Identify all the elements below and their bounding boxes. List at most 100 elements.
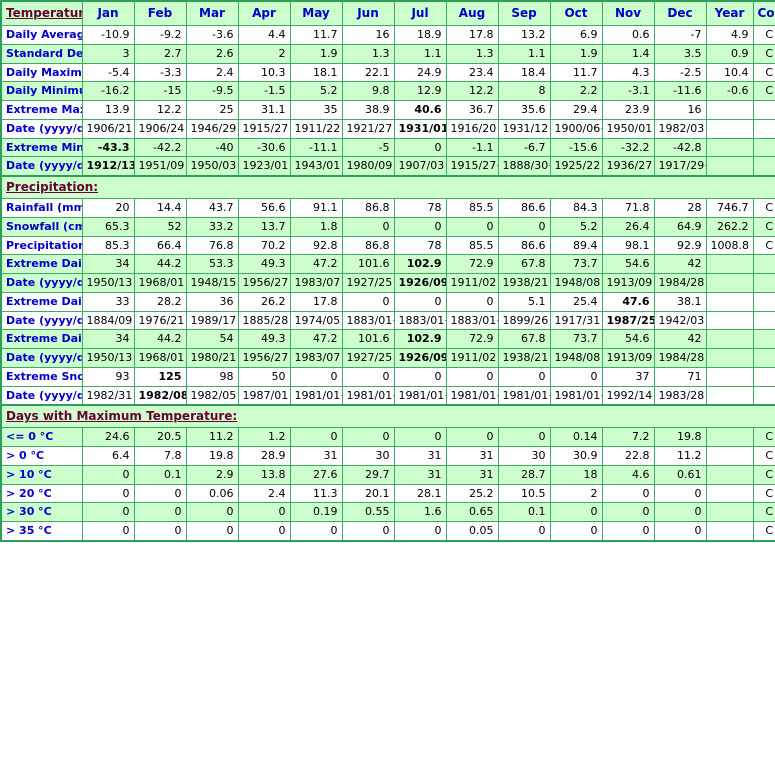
- cell-snowfall-cm-jan: 65.3: [81, 216, 135, 237]
- row-label-extreme-maximum-c: Extreme Maximum (°C): [0, 100, 83, 120]
- cell-extreme-snow-depth-cm-may: 0: [289, 366, 343, 387]
- cell-date-yyyy-dd-mar: 1948/15: [185, 273, 239, 293]
- cell-rainfall-mm-feb: 14.4: [133, 198, 187, 218]
- cell-extreme-daily-precipitation-mm-dec: 42: [653, 329, 707, 349]
- cell-date-yyyy-dd-dec: 1984/28: [653, 273, 707, 293]
- cell-gt-20-c-may: 11.3: [289, 483, 343, 504]
- cell-extreme-snow-depth-cm-year: [705, 366, 754, 387]
- cell-extreme-daily-snowfall-cm-sep: 5.1: [497, 291, 551, 312]
- cell-rainfall-mm-sep: 86.6: [497, 198, 551, 218]
- cell-daily-minimum-c-sep: 8: [497, 81, 551, 101]
- cell-date-yyyy-dd-dec: 1983/28: [653, 385, 707, 407]
- cell-daily-maximum-c-jul: 24.9: [393, 62, 447, 83]
- cell-date-yyyy-dd-dec: 1984/28: [653, 348, 707, 368]
- cell-extreme-snow-depth-cm-dec: 71: [653, 366, 707, 387]
- cell-date-yyyy-dd-oct: 1925/22: [549, 156, 603, 178]
- cell-date-yyyy-dd-sep: 1931/12: [497, 118, 551, 139]
- cell-extreme-daily-rainfall-mm-apr: 49.3: [237, 254, 291, 274]
- cell-precipitation-mm-mar: 76.8: [185, 235, 239, 256]
- cell-date-yyyy-dd-sep: 1899/26: [497, 310, 551, 331]
- cell-date-yyyy-dd-nov: 1950/01: [601, 118, 655, 139]
- row-label-gt-10-c: > 10 °C: [0, 464, 83, 485]
- table-row: Extreme Daily Rainfall (mm)3444.253.349.…: [0, 254, 775, 274]
- cell-date-yyyy-dd-jul: 1926/09: [393, 348, 447, 368]
- cell-daily-average-c-code: C: [752, 25, 775, 45]
- cell-gt-0-c-may: 31: [289, 446, 343, 466]
- column-header-jan: Jan: [81, 0, 135, 26]
- cell-standard-deviation-oct: 1.9: [549, 43, 603, 64]
- table-row: Extreme Daily Snowfall (cm)3328.23626.21…: [0, 291, 775, 312]
- cell-daily-minimum-c-oct: 2.2: [549, 81, 603, 101]
- cell-extreme-daily-precipitation-mm-nov: 54.6: [601, 329, 655, 349]
- cell-date-yyyy-dd-apr: 1956/27: [237, 273, 291, 293]
- cell-date-yyyy-dd-apr: 1923/01: [237, 156, 291, 178]
- cell-extreme-minimum-c-sep: -6.7: [497, 137, 551, 158]
- cell-date-yyyy-dd-jan: 1950/13: [81, 273, 135, 293]
- table-row: Date (yyyy/dd)1912/131951/091950/031923/…: [0, 156, 775, 178]
- cell-extreme-maximum-c-jun: 38.9: [341, 100, 395, 120]
- row-label-gt-30-c: > 30 °C: [0, 502, 83, 522]
- row-label-gt-20-c: > 20 °C: [0, 483, 83, 504]
- cell-gt-20-c-jun: 20.1: [341, 483, 395, 504]
- cell-rainfall-mm-oct: 84.3: [549, 198, 603, 218]
- cell-extreme-maximum-c-apr: 31.1: [237, 100, 291, 120]
- cell-date-yyyy-dd-oct: 1900/06+: [549, 118, 603, 139]
- row-label-date-yyyy-dd: Date (yyyy/dd): [0, 156, 83, 178]
- table-row: Precipitation (mm)85.366.476.870.292.886…: [0, 235, 775, 256]
- cell-daily-maximum-c-code: C: [752, 62, 775, 83]
- cell-gt-35-c-may: 0: [289, 520, 343, 542]
- cell-daily-average-c-oct: 6.9: [549, 25, 603, 45]
- cell-date-yyyy-dd-jul: 1883/01+: [393, 310, 447, 331]
- cell-date-yyyy-dd-aug: 1911/02: [445, 273, 499, 293]
- row-label-gt-35-c: > 35 °C: [0, 520, 83, 542]
- cell-gt-30-c-apr: 0: [237, 502, 291, 522]
- cell-gt-35-c-jan: 0: [81, 520, 135, 542]
- cell-precipitation-mm-code: C: [752, 235, 775, 256]
- cell-extreme-daily-snowfall-cm-year: [705, 291, 754, 312]
- cell-extreme-snow-depth-cm-jul: 0: [393, 366, 447, 387]
- column-header-jul: Jul: [393, 0, 447, 26]
- cell-gt-35-c-jun: 0: [341, 520, 395, 542]
- table-row: <= 0 °C 24.6 20.5 11.2 1.2 0 0 0 0 0 0.14 7.2 19.8 C: [0, 427, 775, 447]
- cell-standard-deviation-code: C: [752, 43, 775, 64]
- cell-daily-minimum-c-jan: -16.2: [81, 81, 135, 101]
- cell-extreme-daily-snowfall-cm-aug: 0: [445, 291, 499, 312]
- cell-snowfall-cm-mar: 33.2: [185, 216, 239, 237]
- cell-snowfall-cm-feb: 52: [133, 216, 187, 237]
- cell-extreme-maximum-c-feb: 12.2: [133, 100, 187, 120]
- cell-date-yyyy-dd-oct: 1917/31: [549, 310, 603, 331]
- cell-snowfall-cm-year: 262.2: [705, 216, 754, 237]
- cell-date-yyyy-dd-year: [705, 310, 754, 331]
- cell-gt-0-c-jun: 30: [341, 446, 395, 466]
- cell-gt-30-c-dec: 0: [653, 502, 707, 522]
- row-label-extreme-snow-depth-cm: Extreme Snow Depth (cm): [0, 366, 83, 387]
- cell-gt-35-c-apr: 0: [237, 520, 291, 542]
- cell-extreme-snow-depth-cm-apr: 50: [237, 366, 291, 387]
- cell-date-yyyy-dd-nov: 1992/14: [601, 385, 655, 407]
- cell-extreme-snow-depth-cm-nov: 37: [601, 366, 655, 387]
- cell-gt-0-c-dec: 19.8: [653, 427, 707, 447]
- cell-gt-30-c-jun: 0.55: [341, 502, 395, 522]
- row-label-snowfall-cm: Snowfall (cm): [0, 216, 83, 237]
- cell-daily-minimum-c-apr: -1.5: [237, 81, 291, 101]
- cell-extreme-daily-precipitation-mm-sep: 67.8: [497, 329, 551, 349]
- cell-date-yyyy-dd-jun: 1921/27: [341, 118, 395, 139]
- cell-daily-average-c-feb: -9.2: [133, 25, 187, 45]
- cell-gt-0-c-oct: 30.9: [549, 446, 603, 466]
- cell-extreme-daily-rainfall-mm-sep: 67.8: [497, 254, 551, 274]
- cell-extreme-maximum-c-dec: 16: [653, 100, 707, 120]
- cell-standard-deviation-jan: 3: [81, 43, 135, 64]
- cell-date-yyyy-dd-sep: 1938/21: [497, 348, 551, 368]
- cell-date-yyyy-dd-year: [705, 348, 754, 368]
- cell-date-yyyy-dd-jul: 1931/01: [393, 118, 447, 139]
- table-row: Date (yyyy/dd)1950/131968/011948/151956/…: [0, 273, 775, 293]
- cell-gt-0-c-aug: 0: [445, 427, 499, 447]
- cell-date-yyyy-dd-jan: 1912/13: [81, 156, 135, 178]
- cell-date-yyyy-dd-jul: 1907/03: [393, 156, 447, 178]
- cell-extreme-daily-snowfall-cm-mar: 36: [185, 291, 239, 312]
- cell-date-yyyy-dd-may: 1911/22: [289, 118, 343, 139]
- cell-extreme-daily-precipitation-mm-code: [752, 329, 775, 349]
- cell-date-yyyy-dd-jun: 1883/01+: [341, 310, 395, 331]
- cell-date-yyyy-dd-oct: 1981/01+: [549, 385, 603, 407]
- cell-date-yyyy-dd-sep: 1981/01+: [497, 385, 551, 407]
